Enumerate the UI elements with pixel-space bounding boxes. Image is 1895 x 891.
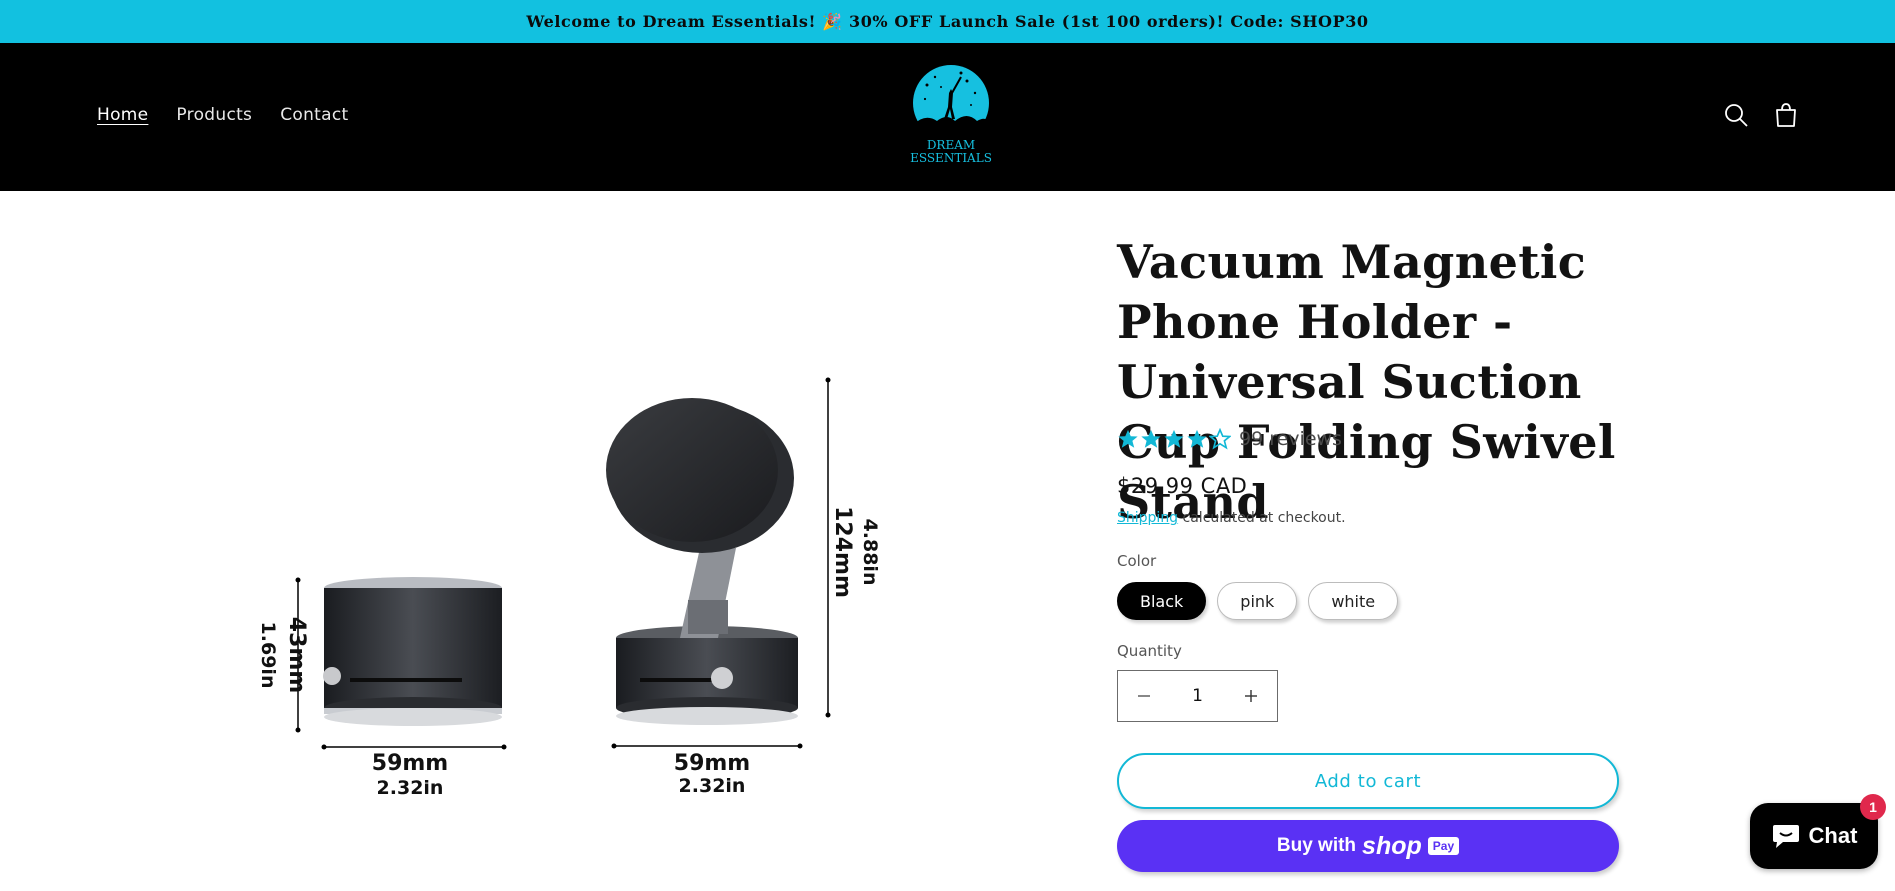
chat-button[interactable]: Chat	[1750, 803, 1878, 869]
color-option-pink[interactable]: pink	[1217, 582, 1298, 620]
right-width-mm: 59mm	[674, 751, 750, 776]
announcement-text: Welcome to Dream Essentials! 🎉 30% OFF L…	[526, 12, 1369, 31]
buy-with-shop-pay-button[interactable]: Buy with shop Pay	[1117, 820, 1619, 872]
quantity-decrease-button[interactable]	[1118, 670, 1170, 722]
add-to-cart-button[interactable]: Add to cart	[1117, 753, 1619, 809]
star-full-icon	[1118, 429, 1138, 448]
plus-icon	[1244, 690, 1257, 702]
buy-with-label: Buy with	[1276, 835, 1357, 856]
product-price: $29.99 CAD	[1117, 474, 1248, 498]
reviews-count: 99 reviews	[1239, 428, 1342, 450]
color-option-black[interactable]: Black	[1117, 582, 1207, 620]
right-height-in: 4.88in	[859, 519, 881, 586]
product-info: Vacuum Magnetic Phone Holder - Universal…	[1117, 232, 1677, 872]
product-rating[interactable]: 99 reviews	[1117, 428, 1342, 450]
shop-wordmark: shop	[1362, 831, 1422, 860]
main-nav: Home Products Contact	[97, 105, 348, 125]
quantity-label: Quantity	[1117, 642, 1182, 660]
site-header: Home Products Contact DREAM ESSENTIALS	[0, 43, 1895, 191]
quantity-stepper: 1	[1117, 670, 1278, 722]
left-width-in: 2.32in	[377, 777, 444, 799]
logo-line-2: ESSENTIALS	[910, 151, 992, 165]
left-width-mm: 59mm	[372, 751, 448, 776]
color-option-white[interactable]: white	[1308, 582, 1399, 620]
logo-wordmark: DREAM ESSENTIALS	[905, 139, 997, 165]
right-width-in: 2.32in	[679, 775, 746, 797]
announcement-bar: Welcome to Dream Essentials! 🎉 30% OFF L…	[0, 0, 1895, 43]
right-height-mm: 124mm	[830, 506, 855, 598]
chat-label: Chat	[1808, 823, 1858, 848]
star-full-icon	[1141, 429, 1161, 448]
holder-extended-render	[606, 398, 798, 725]
shipping-text: calculated at checkout.	[1178, 510, 1346, 526]
search-icon[interactable]	[1722, 101, 1750, 129]
dream-essentials-logo[interactable]: DREAM ESSENTIALS	[905, 63, 997, 171]
star-full-icon	[1164, 429, 1184, 448]
minus-icon	[1138, 695, 1150, 697]
color-options: Black pink white	[1117, 582, 1399, 620]
left-height-in: 1.69in	[257, 622, 279, 689]
holder-collapsed-render	[323, 577, 502, 726]
star-full-icon	[1187, 429, 1207, 448]
quantity-increase-button[interactable]	[1225, 670, 1277, 722]
shipping-link[interactable]: Shipping	[1117, 510, 1178, 526]
star-outline-icon	[1209, 428, 1231, 450]
rating-stars	[1117, 428, 1231, 450]
logo-emblem	[913, 65, 991, 141]
chat-notification-badge: 1	[1860, 794, 1886, 820]
chat-bubble-icon	[1772, 825, 1799, 848]
shipping-note: Shipping calculated at checkout.	[1117, 510, 1346, 526]
cart-icon[interactable]	[1772, 101, 1800, 129]
pay-badge: Pay	[1427, 837, 1460, 855]
nav-home-link[interactable]: Home	[97, 105, 148, 125]
left-height-mm: 43mm	[284, 617, 309, 693]
nav-contact-link[interactable]: Contact	[280, 105, 348, 125]
color-label: Color	[1117, 552, 1157, 570]
product-image[interactable]: 43mm 1.69in 59mm 2.32in 124mm 4.88in 59m…	[240, 360, 900, 820]
nav-products-link[interactable]: Products	[176, 105, 252, 125]
quantity-input[interactable]: 1	[1192, 686, 1203, 706]
